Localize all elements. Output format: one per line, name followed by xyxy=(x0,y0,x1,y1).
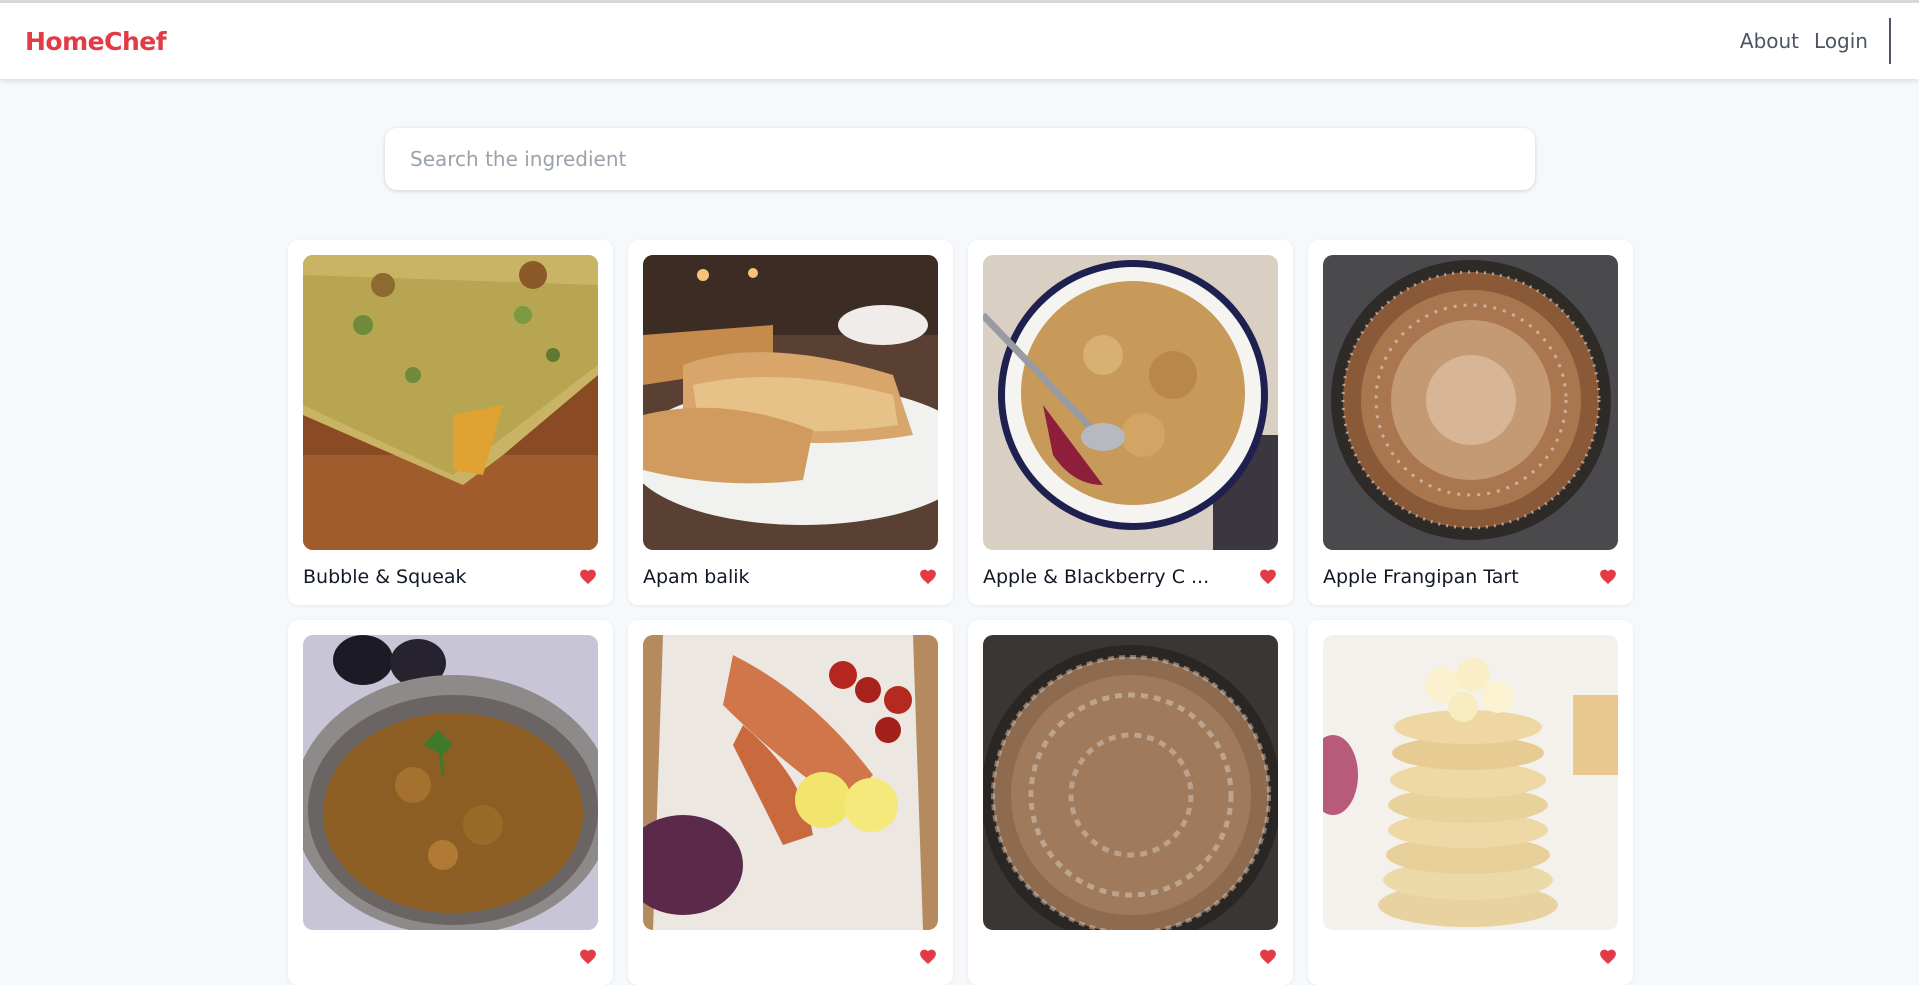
recipe-grid: Bubble & Squeak Apam balik Apple & Black… xyxy=(288,240,1633,985)
recipe-card[interactable]: Apple & Blackberry C ... xyxy=(968,240,1293,605)
recipe-image-apam-balik[interactable] xyxy=(643,255,938,550)
brand-logo[interactable]: HomeChef xyxy=(25,27,167,56)
heart-icon[interactable] xyxy=(579,568,597,585)
heart-icon[interactable] xyxy=(1259,948,1277,965)
recipe-card[interactable] xyxy=(1308,620,1633,985)
recipe-image-apple-blackberry-crumble[interactable] xyxy=(983,255,1278,550)
recipe-image-apple-frangipan-tart[interactable] xyxy=(1323,255,1618,550)
recipe-card[interactable]: Apple Frangipan Tart xyxy=(1308,240,1633,605)
recipe-card[interactable] xyxy=(288,620,613,985)
heart-icon[interactable] xyxy=(919,948,937,965)
nav-link-login[interactable]: Login xyxy=(1814,29,1868,53)
recipe-image-eggplant-curry[interactable] xyxy=(303,635,598,930)
top-navbar: HomeChef About Login xyxy=(0,0,1919,79)
search-bar xyxy=(385,128,1535,190)
recipe-card-footer: Apple & Blackberry C ... xyxy=(983,550,1278,601)
recipe-card-footer xyxy=(643,930,938,981)
recipe-card[interactable]: Apam balik xyxy=(628,240,953,605)
recipe-image-bubble-squeak[interactable] xyxy=(303,255,598,550)
recipe-card[interactable] xyxy=(968,620,1293,985)
nav-link-about[interactable]: About xyxy=(1740,29,1799,53)
nav-divider xyxy=(1889,18,1891,64)
heart-icon[interactable] xyxy=(1599,568,1617,585)
recipe-title[interactable]: Apam balik xyxy=(643,566,750,588)
recipe-card-footer xyxy=(1323,930,1618,981)
ingredient-search-input[interactable] xyxy=(385,128,1535,190)
recipe-card-footer: Apam balik xyxy=(643,550,938,601)
recipe-card-footer xyxy=(983,930,1278,981)
recipe-title[interactable]: Apple Frangipan Tart xyxy=(1323,566,1519,588)
recipe-title[interactable]: Apple & Blackberry C ... xyxy=(983,566,1209,588)
recipe-image-baked-salmon[interactable] xyxy=(643,635,938,930)
recipe-image-almond-tart[interactable] xyxy=(983,635,1278,930)
recipe-card-footer: Bubble & Squeak xyxy=(303,550,598,601)
header-nav: About Login xyxy=(1740,18,1891,64)
recipe-card[interactable]: Bubble & Squeak xyxy=(288,240,613,605)
recipe-card-footer: Apple Frangipan Tart xyxy=(1323,550,1618,601)
recipe-title[interactable]: Bubble & Squeak xyxy=(303,566,467,588)
recipe-card[interactable] xyxy=(628,620,953,985)
heart-icon[interactable] xyxy=(1259,568,1277,585)
heart-icon[interactable] xyxy=(1599,948,1617,965)
recipe-image-banana-pancakes[interactable] xyxy=(1323,635,1618,930)
heart-icon[interactable] xyxy=(919,568,937,585)
heart-icon[interactable] xyxy=(579,948,597,965)
recipe-card-footer xyxy=(303,930,598,981)
